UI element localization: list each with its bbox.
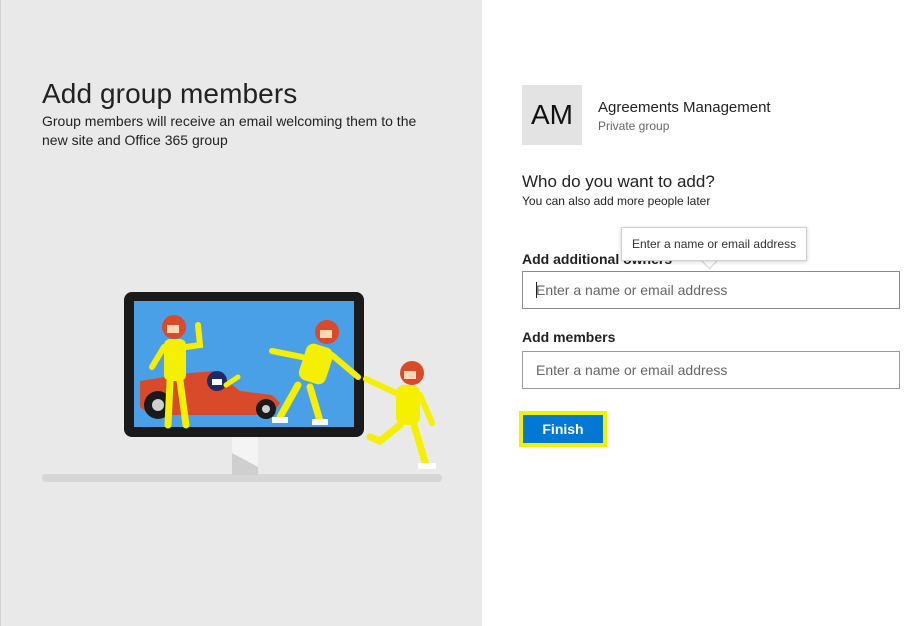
members-label: Add members [522, 329, 616, 345]
finish-button[interactable]: Finish [523, 415, 603, 443]
illustration [42, 292, 442, 482]
group-initials: AM [531, 99, 573, 130]
page-description: Group members will receive an email welc… [42, 113, 417, 148]
owners-tooltip: Enter a name or email address [621, 227, 808, 261]
crew-member-icon [363, 361, 436, 469]
illustration-floor [42, 474, 442, 482]
members-input[interactable] [522, 351, 900, 389]
prompt-question: Who do you want to add? [522, 172, 715, 191]
tooltip-text: Enter a name or email address [632, 237, 797, 251]
page-title: Add group members [42, 78, 298, 109]
finish-highlight: Finish [519, 411, 607, 447]
owners-input[interactable] [522, 271, 900, 309]
group-privacy: Private group [598, 119, 670, 133]
text-caret [536, 282, 537, 298]
prompt-subtext: You can also add more people later [522, 194, 711, 208]
group-avatar: AM [522, 85, 582, 145]
left-panel: Add group members Group members will rec… [0, 0, 482, 626]
group-name: Agreements Management [598, 99, 771, 116]
